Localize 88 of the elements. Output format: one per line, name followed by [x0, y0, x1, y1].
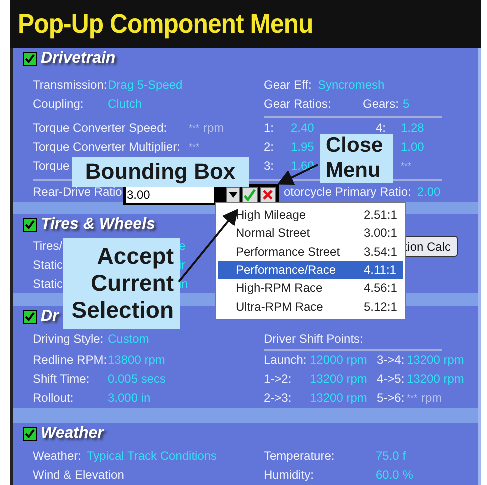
dropdown-button[interactable]	[226, 186, 240, 202]
field-label: 2->3:	[264, 391, 293, 406]
section-title: Weather	[41, 425, 104, 444]
field-label: 3->4:	[377, 353, 406, 368]
field-label: Tires/	[33, 238, 63, 253]
checkbox[interactable]	[23, 218, 37, 232]
field-label: Rollout:	[33, 391, 75, 406]
field-value: ir	[179, 258, 186, 272]
checkbox[interactable]	[23, 310, 37, 324]
gear-ratio: ***	[401, 161, 412, 172]
field-label: Wind & Elevation	[33, 468, 124, 482]
gear-index: 4:	[376, 121, 386, 136]
checkbox[interactable]	[23, 52, 37, 66]
section-title: Dr	[41, 308, 59, 326]
field-value: ***	[189, 123, 200, 134]
ratio-input[interactable]: 3.00	[126, 186, 214, 202]
menu-item[interactable]: Ultra-RPM Race 5.12:1	[218, 298, 403, 316]
field-label: Redline RPM:	[33, 353, 108, 368]
menu-item[interactable]: High Mileage 2.51:1	[218, 206, 403, 224]
field-value: Custom	[108, 332, 150, 346]
field-label: Launch:	[264, 353, 308, 368]
field-value: 13800 rpm	[108, 353, 166, 368]
field-label: Gears:	[363, 97, 400, 112]
field-value: 13200 rpm	[310, 391, 368, 406]
field-value: Drag 5-Speed	[108, 78, 183, 92]
field-value: in	[179, 276, 188, 291]
field-label: otorcycle Primary Ratio:	[284, 185, 412, 200]
check-icon	[25, 312, 35, 322]
field-value: Typical Track Conditions	[87, 449, 218, 464]
field-value: Syncromesh	[318, 78, 385, 92]
caret-icon	[228, 192, 238, 198]
field-label: Gear Ratios:	[264, 97, 332, 112]
field-value: 3.000 in	[108, 391, 151, 406]
field-label: 5->6:	[377, 391, 406, 406]
field-value: 5	[403, 97, 410, 112]
gear-index: 2:	[264, 140, 274, 154]
check-icon	[244, 188, 256, 200]
page-title: Pop-Up Component Menu	[18, 8, 314, 40]
close-icon	[263, 190, 274, 200]
field-label: Shift Time:	[33, 372, 91, 386]
field-value: Clutch	[108, 97, 142, 112]
field-value: ***	[407, 393, 418, 404]
menu-item[interactable]: Performance/Race 4.11:1	[218, 260, 403, 280]
accept-button[interactable]	[242, 186, 258, 202]
gear-index: 3:	[264, 159, 274, 174]
gear-ratio: 1.95	[291, 140, 314, 154]
field-value: 13200 rpm	[407, 353, 464, 368]
gear-ratio: 1.00	[401, 140, 424, 154]
field-value: 13200 rpm	[407, 372, 464, 386]
menu-item[interactable]: High-RPM Race 4.56:1	[218, 279, 403, 298]
section-title: Drivetrain	[41, 50, 116, 68]
check-icon	[25, 429, 35, 440]
unit-label: rpm	[422, 391, 442, 406]
field-label: Transmission:	[33, 78, 108, 92]
field-label: Torque Converter Multiplier:	[33, 140, 182, 154]
field-label: Torque	[33, 159, 70, 174]
unit-label: rpm	[204, 121, 224, 136]
field-label: Temperature:	[264, 449, 336, 464]
check-icon	[25, 54, 35, 64]
field-label: Humidity:	[264, 468, 316, 482]
gear-index: 1:	[264, 121, 274, 136]
close-button[interactable]	[260, 186, 276, 202]
field-value: 0.005 secs	[108, 372, 166, 386]
field-label: Torque Converter Speed:	[33, 121, 168, 136]
callout-label: Bounding Box	[72, 157, 249, 187]
field-value: 75.0 f	[376, 449, 406, 464]
check-icon	[25, 220, 35, 230]
gear-ratio: 2.40	[291, 121, 314, 136]
field-label: Static	[33, 276, 64, 291]
field-label: Gear Eff:	[264, 78, 313, 92]
gear-ratio: 1.28	[401, 121, 424, 136]
field-label: Rear-Drive Ratio	[33, 185, 122, 200]
field-label: Driving Style:	[33, 332, 105, 346]
field-value: 13200 rpm	[310, 372, 368, 386]
field-label: 1->2:	[264, 372, 293, 386]
field-value: 2.00	[417, 185, 441, 200]
field-value: 12000 rpm	[310, 353, 368, 368]
checkbox[interactable]	[23, 427, 37, 442]
section-title: Tires & Wheels	[41, 216, 156, 234]
field-label: 4->5:	[377, 372, 406, 386]
field-label: Weather:	[33, 449, 82, 464]
callout-label: Accept Current Selection	[63, 238, 180, 329]
field-label: Static	[33, 258, 64, 272]
field-label: Driver Shift Points:	[264, 332, 364, 346]
field-value: ***	[189, 142, 200, 152]
field-label: Coupling:	[33, 97, 85, 112]
field-value: 60.0 %	[376, 468, 414, 482]
callout-label: Close Menu	[320, 134, 393, 183]
